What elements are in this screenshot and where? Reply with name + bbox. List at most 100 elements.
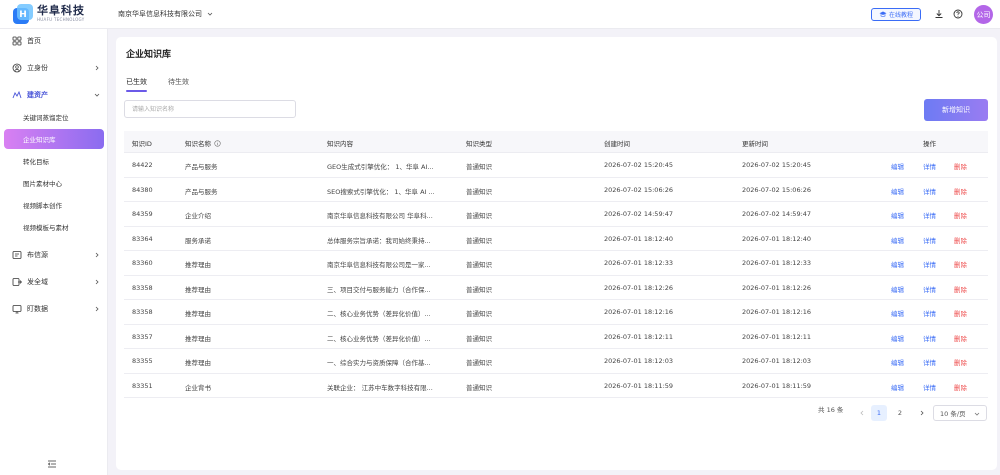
delete-button[interactable]: 删除 bbox=[954, 161, 967, 171]
table-row: 84359 企业介绍 南京华阜信息科技有限公司 华阜科... 普通知识 2026-07-… bbox=[124, 202, 988, 227]
edit-button[interactable]: 编辑 bbox=[891, 186, 904, 196]
delete-button[interactable]: 删除 bbox=[954, 382, 967, 392]
delete-button[interactable]: 删除 bbox=[954, 333, 967, 343]
cell-name: 推荐理由 bbox=[185, 359, 211, 367]
cell-created: 2026-07-01 18:12:40 bbox=[604, 234, 674, 243]
cell-created: 2026-07-02 14:59:47 bbox=[604, 210, 674, 218]
cell-name: 企业背书 bbox=[185, 383, 211, 392]
menu-collapse-icon[interactable] bbox=[47, 459, 57, 469]
detail-button[interactable]: 详情 bbox=[923, 357, 936, 367]
sidebar-sub-label: 图片素材中心 bbox=[23, 180, 62, 188]
edit-button[interactable]: 编辑 bbox=[891, 235, 904, 245]
col-content: 知识内容 bbox=[327, 140, 353, 148]
page-size-select[interactable]: 10 条/页 bbox=[933, 405, 987, 421]
sidebar-item-label: 首页 bbox=[27, 37, 41, 45]
edit-button[interactable]: 编辑 bbox=[891, 259, 904, 269]
detail-button[interactable]: 详情 bbox=[923, 235, 936, 245]
chevron-down-icon bbox=[94, 93, 100, 97]
cell-id: 84422 bbox=[132, 161, 153, 169]
detail-button[interactable]: 详情 bbox=[923, 333, 936, 343]
prev-page-icon[interactable] bbox=[859, 410, 865, 416]
cell-created: 2026-07-02 15:20:45 bbox=[604, 161, 674, 169]
cell-type: 普通知识 bbox=[466, 236, 492, 245]
sidebar-item-source[interactable]: 布信源 bbox=[0, 244, 108, 266]
id-icon bbox=[12, 63, 22, 73]
cell-content: 南京华阜信息科技有限公司是一家... bbox=[327, 261, 431, 269]
avatar[interactable]: 公司 bbox=[974, 5, 993, 24]
sidebar-item-home[interactable]: 首页 bbox=[0, 30, 108, 52]
info-icon[interactable] bbox=[214, 139, 221, 147]
logo-subtitle: HUAFU TECHNOLOGY bbox=[37, 17, 85, 22]
delete-button[interactable]: 删除 bbox=[954, 235, 967, 245]
delete-button[interactable]: 删除 bbox=[954, 186, 967, 196]
edit-button[interactable]: 编辑 bbox=[891, 333, 904, 343]
help-icon[interactable] bbox=[953, 9, 963, 19]
sidebar-sub-video-script[interactable]: 视频脚本创作 bbox=[0, 195, 108, 215]
sidebar-item-assets[interactable]: 建资产 bbox=[0, 84, 108, 106]
delete-button[interactable]: 删除 bbox=[954, 259, 967, 269]
cell-name: 服务承诺 bbox=[185, 236, 211, 245]
cell-created: 2026-07-02 15:06:26 bbox=[604, 185, 674, 194]
cell-updated: 2026-07-01 18:12:16 bbox=[742, 308, 812, 316]
detail-button[interactable]: 详情 bbox=[923, 308, 936, 318]
sidebar-sub-keyword[interactable]: 关键词蒸馏定位 bbox=[0, 107, 108, 127]
delete-button[interactable]: 删除 bbox=[954, 284, 967, 294]
sidebar-sub-conversion[interactable]: 转化目标 bbox=[0, 151, 108, 171]
cell-type: 普通知识 bbox=[466, 212, 492, 220]
sidebar-sub-label: 转化目标 bbox=[23, 158, 49, 166]
table-header: 知识ID 知识名称 知识内容 知识类型 创建时间 更新时间 操作 bbox=[124, 131, 988, 153]
search-input[interactable] bbox=[124, 100, 296, 118]
cell-created: 2026-07-01 18:12:16 bbox=[604, 308, 674, 316]
chevron-right-icon bbox=[95, 279, 99, 285]
publish-icon bbox=[12, 278, 22, 286]
delete-button[interactable]: 删除 bbox=[954, 308, 967, 318]
edit-button[interactable]: 编辑 bbox=[891, 357, 904, 367]
cell-content: GEO生成式引擎优化： 1、华阜 AI... bbox=[327, 163, 434, 171]
cell-id: 83357 bbox=[132, 332, 153, 341]
logo[interactable]: H 华阜科技 HUAFU TECHNOLOGY bbox=[12, 3, 85, 25]
cell-type: 普通知识 bbox=[466, 285, 492, 294]
company-selector[interactable]: 南京华阜信息科技有限公司 bbox=[118, 9, 213, 19]
detail-button[interactable]: 详情 bbox=[923, 284, 936, 294]
sidebar-item-label: 立身份 bbox=[27, 64, 48, 72]
add-knowledge-button[interactable]: 新增知识 bbox=[924, 99, 988, 121]
delete-button[interactable]: 删除 bbox=[954, 210, 967, 220]
sidebar-item-publish[interactable]: 发全域 bbox=[0, 271, 108, 293]
sidebar-sub-image-center[interactable]: 图片素材中心 bbox=[0, 173, 108, 193]
edit-button[interactable]: 编辑 bbox=[891, 210, 904, 220]
page-2[interactable]: 2 bbox=[892, 405, 908, 421]
edit-button[interactable]: 编辑 bbox=[891, 382, 904, 392]
cell-type: 普通知识 bbox=[466, 163, 492, 171]
edit-button[interactable]: 编辑 bbox=[891, 284, 904, 294]
top-bar: H 华阜科技 HUAFU TECHNOLOGY 南京华阜信息科技有限公司 在线教… bbox=[0, 0, 1000, 29]
edit-button[interactable]: 编辑 bbox=[891, 161, 904, 171]
detail-button[interactable]: 详情 bbox=[923, 161, 936, 171]
cell-content: 二、核心业务优势（差异化价值）... bbox=[327, 334, 431, 343]
tab-pending[interactable]: 待生效 bbox=[168, 77, 189, 87]
detail-button[interactable]: 详情 bbox=[923, 186, 936, 196]
delete-button[interactable]: 删除 bbox=[954, 357, 967, 367]
sidebar-item-identity[interactable]: 立身份 bbox=[0, 57, 108, 79]
sidebar-item-data[interactable]: 盯数据 bbox=[0, 298, 108, 320]
sidebar-sub-knowledge-base[interactable]: 企业知识库 bbox=[4, 129, 104, 149]
cell-id: 83358 bbox=[132, 308, 153, 316]
cell-type: 普通知识 bbox=[466, 310, 492, 318]
cell-updated: 2026-07-02 15:20:45 bbox=[742, 161, 812, 169]
download-icon[interactable] bbox=[934, 9, 944, 19]
tab-active[interactable]: 已生效 bbox=[126, 77, 147, 87]
detail-button[interactable]: 详情 bbox=[923, 259, 936, 269]
page-1[interactable]: 1 bbox=[871, 405, 887, 421]
detail-button[interactable]: 详情 bbox=[923, 382, 936, 392]
online-tutorial-button[interactable]: 在线教程 bbox=[871, 8, 921, 21]
sidebar-sub-video-template[interactable]: 视频模板与素材 bbox=[0, 217, 108, 237]
chevron-down-icon bbox=[974, 412, 980, 416]
edit-button[interactable]: 编辑 bbox=[891, 308, 904, 318]
next-page-icon[interactable] bbox=[919, 410, 925, 416]
cell-created: 2026-07-01 18:12:03 bbox=[604, 357, 674, 365]
table-row: 83358 推荐理由 二、核心业务优势（差异化价值）... 普通知识 2026-07-0… bbox=[124, 300, 988, 325]
cell-name: 产品与服务 bbox=[185, 163, 218, 171]
sidebar-sub-label: 视频脚本创作 bbox=[23, 202, 62, 210]
col-id: 知识ID bbox=[132, 140, 152, 148]
detail-button[interactable]: 详情 bbox=[923, 210, 936, 220]
cell-content: 二、核心业务优势（差异化价值）... bbox=[327, 310, 431, 318]
